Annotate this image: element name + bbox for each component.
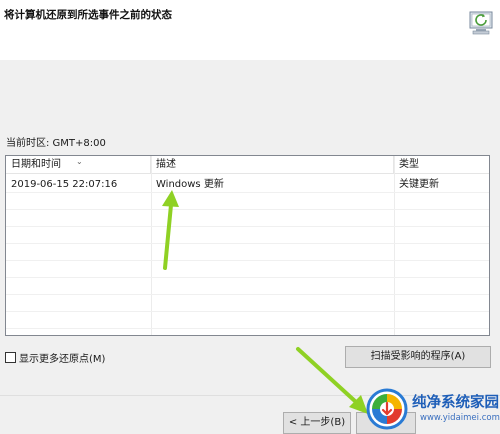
watermark-url: www.yidaimei.com (420, 413, 500, 423)
empty-row (6, 227, 489, 244)
cell-datetime: 2019-06-15 22:07:16 (11, 179, 118, 190)
empty-row (6, 244, 489, 261)
watermark-title: 纯净系统家园 (412, 395, 499, 411)
column-header-type[interactable]: 类型 (394, 156, 489, 174)
empty-row (6, 261, 489, 278)
restore-points-table: 日期和时间 ⌄ 描述 类型 2019-06-15 22:07:16 Window… (5, 155, 490, 336)
scan-affected-programs-button[interactable]: 扫描受影响的程序(A) (345, 346, 491, 368)
show-more-checkbox[interactable] (5, 351, 16, 363)
empty-row (6, 278, 489, 295)
empty-row (6, 210, 489, 227)
column-header-description[interactable]: 描述 (151, 156, 394, 174)
system-restore-icon (469, 11, 493, 35)
empty-row (6, 295, 489, 312)
timezone-label: 当前时区: GMT+8:00 (6, 138, 106, 149)
watermark: 纯净系统家园 www.yidaimei.com (366, 386, 500, 434)
table-header: 日期和时间 ⌄ 描述 类型 (6, 156, 489, 174)
empty-row (6, 193, 489, 210)
dialog-title: 将计算机还原到所选事件之前的状态 (4, 9, 172, 21)
show-more-label: 显示更多还原点(M) (19, 353, 106, 365)
column-header-datetime[interactable]: 日期和时间 ⌄ (6, 156, 151, 174)
back-button[interactable]: < 上一步(B) (283, 412, 351, 434)
empty-row (6, 312, 489, 329)
sort-arrow-icon: ⌄ (76, 157, 83, 166)
show-more-restore-points[interactable]: 显示更多还原点(M) (5, 350, 106, 365)
watermark-logo-icon (366, 388, 408, 430)
dialog-header: 将计算机还原到所选事件之前的状态 (0, 0, 500, 60)
table-row[interactable]: 2019-06-15 22:07:16 Windows 更新 关键更新 (6, 176, 489, 193)
cell-type: 关键更新 (399, 179, 439, 190)
cell-description: Windows 更新 (156, 179, 224, 190)
